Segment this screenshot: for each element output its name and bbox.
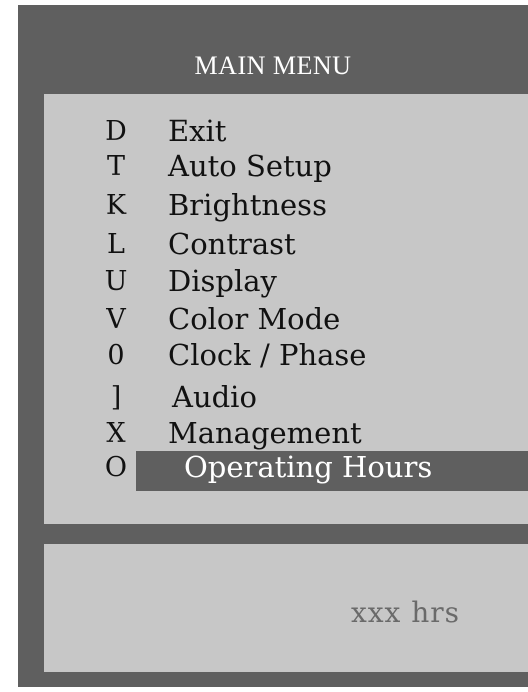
menu-item-audio[interactable]: ] Audio — [44, 380, 528, 416]
menu-item-auto-setup[interactable]: T Auto Setup — [44, 149, 528, 185]
menu-item-label: Color Mode — [168, 302, 341, 336]
menu-item-label: Clock / Phase — [168, 338, 367, 372]
menu-item-contrast[interactable]: L Contrast — [44, 227, 528, 263]
menu-item-label: Display — [168, 264, 277, 298]
management-icon: X — [106, 418, 126, 449]
brightness-icon: K — [105, 190, 127, 221]
auto-setup-icon: T — [106, 151, 125, 182]
menu-item-display[interactable]: U Display — [44, 264, 528, 300]
osd-window: MAIN MENU D Exit T Auto Setup K Brightne… — [18, 5, 528, 687]
audio-icon: ] — [110, 382, 122, 413]
display-icon: U — [104, 266, 128, 297]
menu-item-label: Operating Hours — [184, 450, 433, 484]
exit-icon: D — [105, 116, 127, 147]
contrast-icon: L — [107, 229, 125, 260]
menu-title: MAIN MENU — [194, 51, 352, 80]
menu-item-operating-hours[interactable]: O Operating Hours — [44, 450, 528, 491]
menu-item-brightness[interactable]: K Brightness — [44, 188, 528, 224]
menu-item-label: Exit — [168, 114, 227, 148]
info-panel: xxx hrs — [44, 544, 528, 672]
color-mode-icon: V — [106, 304, 126, 335]
menu-item-label: Management — [168, 416, 362, 450]
operating-hours-icon: O — [104, 452, 128, 483]
menu-item-exit[interactable]: D Exit — [44, 114, 528, 150]
menu-item-label: Audio — [172, 380, 257, 414]
menu-item-label: Contrast — [168, 227, 296, 261]
menu-item-clock-phase[interactable]: 0 Clock / Phase — [44, 338, 528, 374]
menu-item-color-mode[interactable]: V Color Mode — [44, 302, 528, 338]
menu-item-label: Brightness — [168, 188, 327, 222]
menu-item-management[interactable]: X Management — [44, 416, 528, 452]
operating-hours-value: xxx hrs — [350, 596, 460, 629]
menu-item-label: Auto Setup — [168, 149, 332, 183]
clock-phase-icon: 0 — [107, 340, 125, 371]
menu-panel: D Exit T Auto Setup K Brightness L Contr… — [44, 94, 528, 524]
